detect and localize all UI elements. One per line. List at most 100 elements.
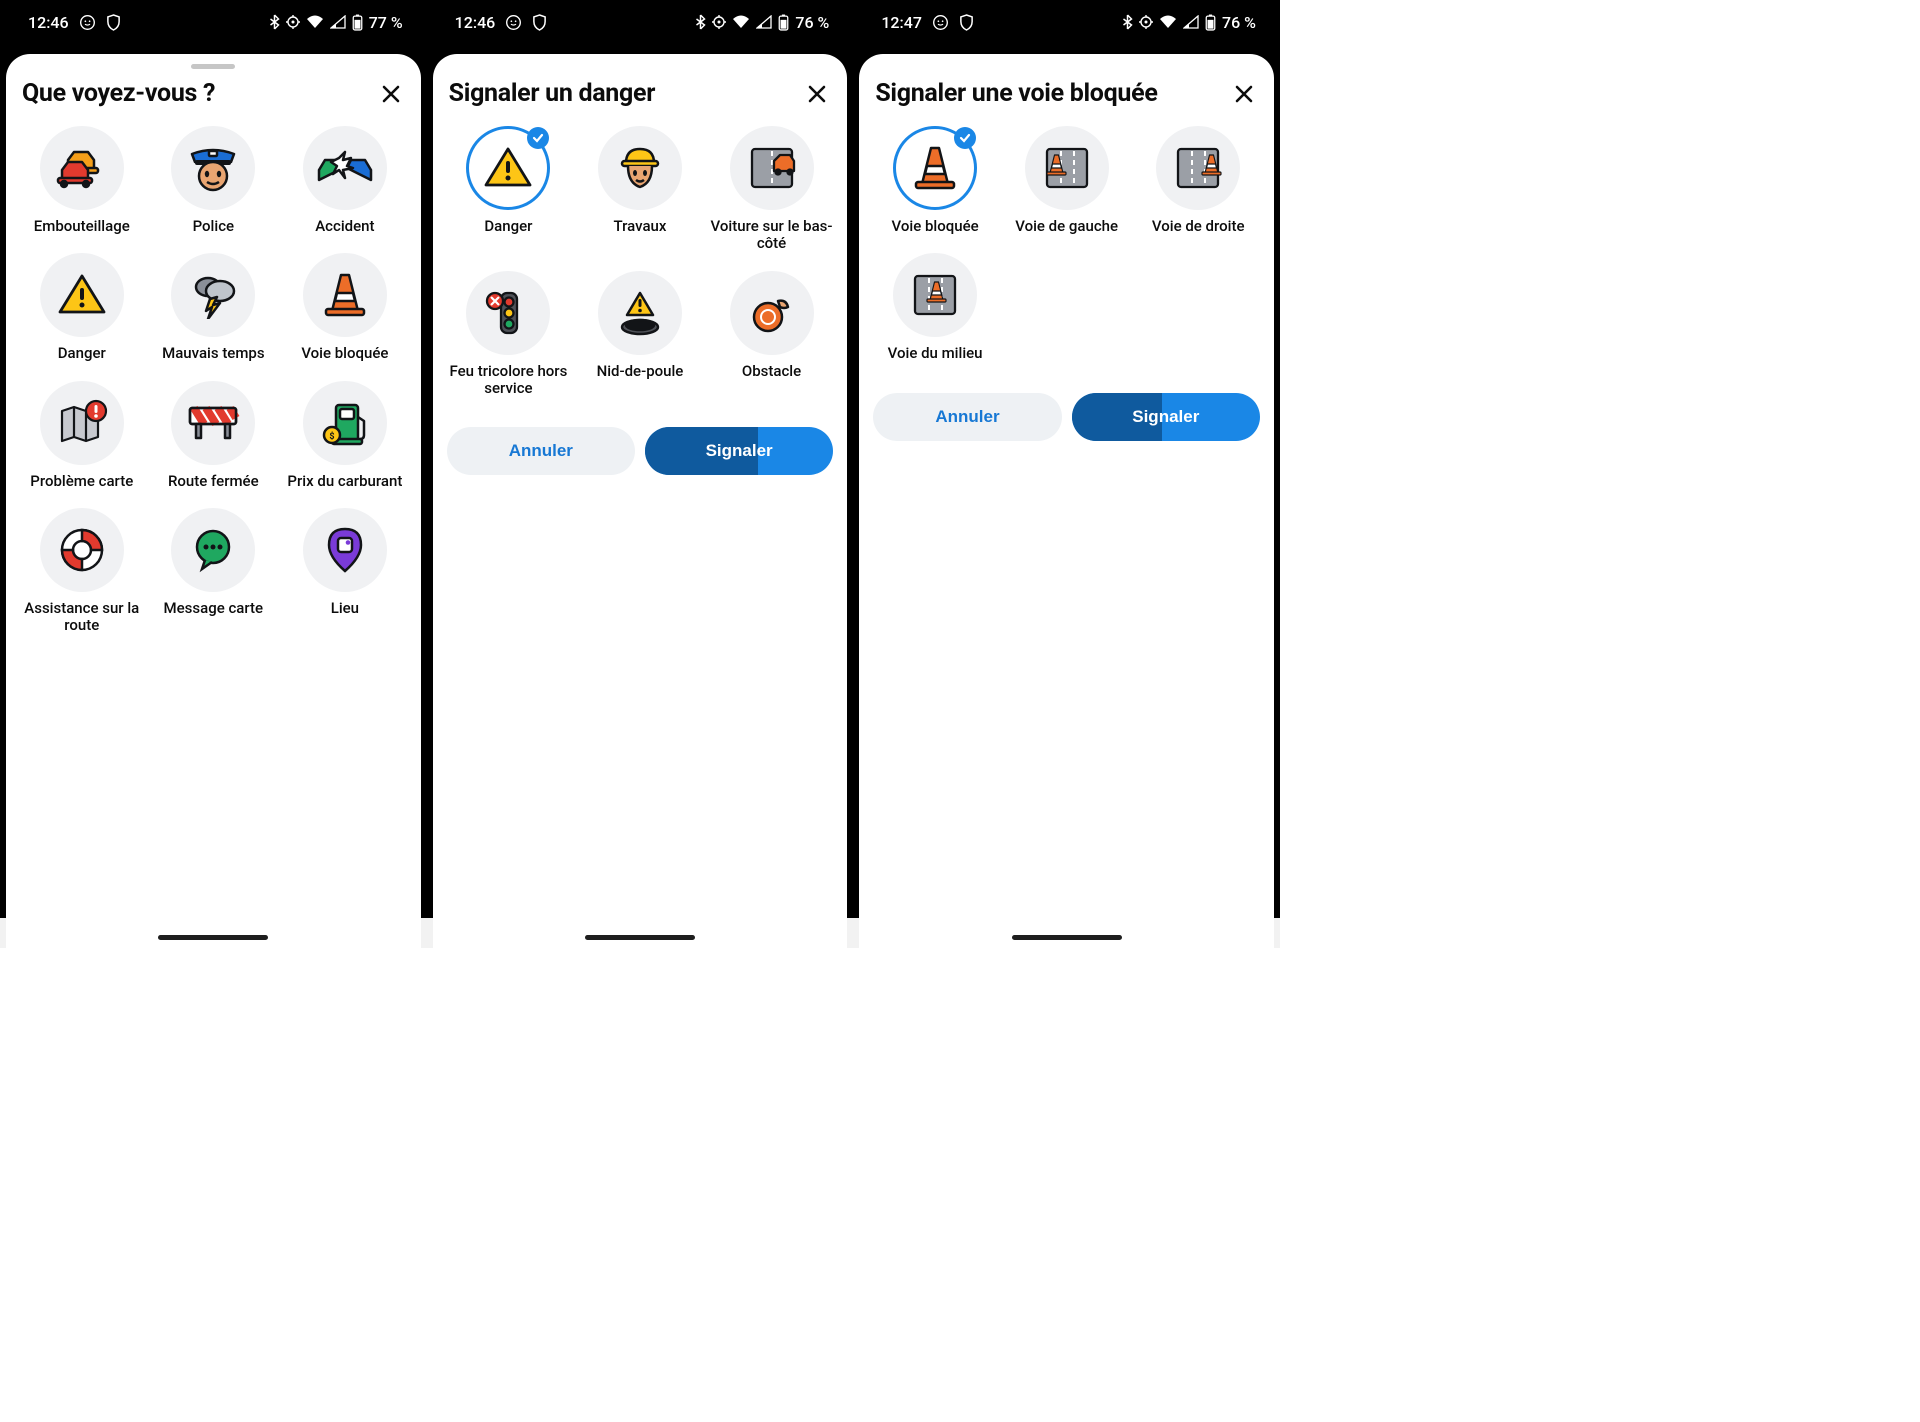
wifi-icon [1159,15,1177,29]
item-lane-middle[interactable]: Voie du milieu [871,253,999,362]
cancel-button[interactable]: Annuler [873,393,1061,441]
cone-icon [912,144,958,192]
barrier-icon [186,404,240,442]
sheet-title: Signaler une voie bloquée [875,79,1157,108]
pothole-icon [615,289,665,337]
item-label: Mauvais temps [162,345,264,362]
waze-status-icon [932,14,949,31]
item-label: Lieu [331,600,359,617]
item-traffic[interactable]: Embouteillage [18,126,146,235]
item-label: Voie bloquée [301,345,388,362]
report-grid: Danger Travaux Voiture sur le bas-côté F… [445,122,836,401]
lifebuoy-icon [58,526,106,574]
item-lane-left[interactable]: Voie de gauche [1003,126,1131,235]
location-icon [1139,15,1153,29]
battery-icon [778,14,789,31]
signal-icon [330,15,346,29]
item-lane-blocked[interactable]: Voie bloquée [871,126,999,235]
waze-status-icon [79,14,96,31]
svg-text:$: $ [329,431,334,442]
item-label: Nid-de-poule [597,363,684,380]
item-fuel[interactable]: $Prix du carburant [281,381,409,490]
traffic-light-icon [485,287,531,339]
item-place[interactable]: Lieu [281,508,409,635]
item-assist[interactable]: Assistance sur la route [18,508,146,635]
close-button[interactable] [1230,80,1258,108]
shield-status-icon [532,14,547,31]
wifi-icon [732,15,750,29]
item-msg[interactable]: Message carte [150,508,278,635]
item-label: Assistance sur la route [18,600,146,635]
item-label: Obstacle [742,363,801,380]
item-maperr[interactable]: Problème carte [18,381,146,490]
place-icon [325,525,365,575]
traffic-icon [54,146,110,190]
item-label: Message carte [164,600,264,617]
item-danger[interactable]: Danger [18,253,146,362]
close-icon [380,83,402,105]
item-label: Danger [58,345,106,362]
item-closed[interactable]: Route fermée [150,381,278,490]
item-label: Danger [484,218,532,235]
selected-badge [527,127,549,149]
danger-icon [482,145,534,191]
item-label: Travaux [614,218,667,235]
item-label: Voie bloquée [892,218,979,235]
chat-icon [190,527,236,573]
signal-icon [1183,15,1199,29]
nav-bar[interactable] [585,935,695,940]
battery-icon [352,14,363,31]
item-danger[interactable]: Danger [445,126,573,253]
police-icon [186,144,240,192]
selected-badge [954,127,976,149]
item-lane[interactable]: Voie bloquée [281,253,409,362]
nav-bar[interactable] [158,935,268,940]
lane-right-icon [1172,145,1224,191]
screen-2: 12:46 76 % Signaler un danger Danger Tra… [427,0,854,948]
item-label: Voie de gauche [1015,218,1118,235]
report-sheet: Que voyez-vous ? Embouteillage Police Ac… [6,54,421,948]
item-label: Route fermée [168,473,259,490]
status-bar: 12:46 76 % [427,0,854,44]
danger-icon [56,272,108,318]
item-lane-right[interactable]: Voie de droite [1134,126,1262,235]
cancel-button[interactable]: Annuler [447,427,635,475]
item-accident[interactable]: Accident [281,126,409,235]
status-time: 12:46 [455,13,496,32]
item-roadwork[interactable]: Travaux [576,126,704,253]
close-icon [1233,83,1255,105]
item-light[interactable]: Feu tricolore hors service [445,271,573,398]
drag-handle[interactable] [191,64,235,69]
obstacle-icon [750,291,794,335]
status-battery: 76 % [795,13,829,32]
nav-bar[interactable] [1012,935,1122,940]
report-grid: Embouteillage Police Accident Danger Mau… [18,122,409,638]
signal-icon [756,15,772,29]
item-police[interactable]: Police [150,126,278,235]
item-obstacle[interactable]: Obstacle [708,271,836,398]
item-pothole[interactable]: Nid-de-poule [576,271,704,398]
screen-3: 12:47 76 % Signaler une voie bloquée Voi… [853,0,1280,948]
item-label: Feu tricolore hors service [445,363,573,398]
bluetooth-icon [1122,14,1133,30]
shield-status-icon [106,14,121,31]
close-button[interactable] [803,80,831,108]
button-row: Annuler Signaler [445,427,836,475]
accident-icon [315,148,375,188]
report-button[interactable]: Signaler [1072,393,1260,441]
status-battery: 76 % [1222,13,1256,32]
item-shoulder[interactable]: Voiture sur le bas-côté [708,126,836,253]
wifi-icon [306,15,324,29]
item-weather[interactable]: Mauvais temps [150,253,278,362]
report-grid: Voie bloquée Voie de gauche Voie de droi… [871,122,1262,367]
close-button[interactable] [377,80,405,108]
report-sheet: Signaler un danger Danger Travaux Voitur… [433,54,848,948]
weather-icon [186,271,240,319]
report-button[interactable]: Signaler [645,427,833,475]
close-icon [806,83,828,105]
screen-1: 12:46 77 % Que voyez-vous ? Embouteillag… [0,0,427,948]
sheet-title: Que voyez-vous ? [22,79,215,108]
battery-icon [1205,14,1216,31]
item-label: Accident [315,218,374,235]
check-icon [531,131,545,145]
